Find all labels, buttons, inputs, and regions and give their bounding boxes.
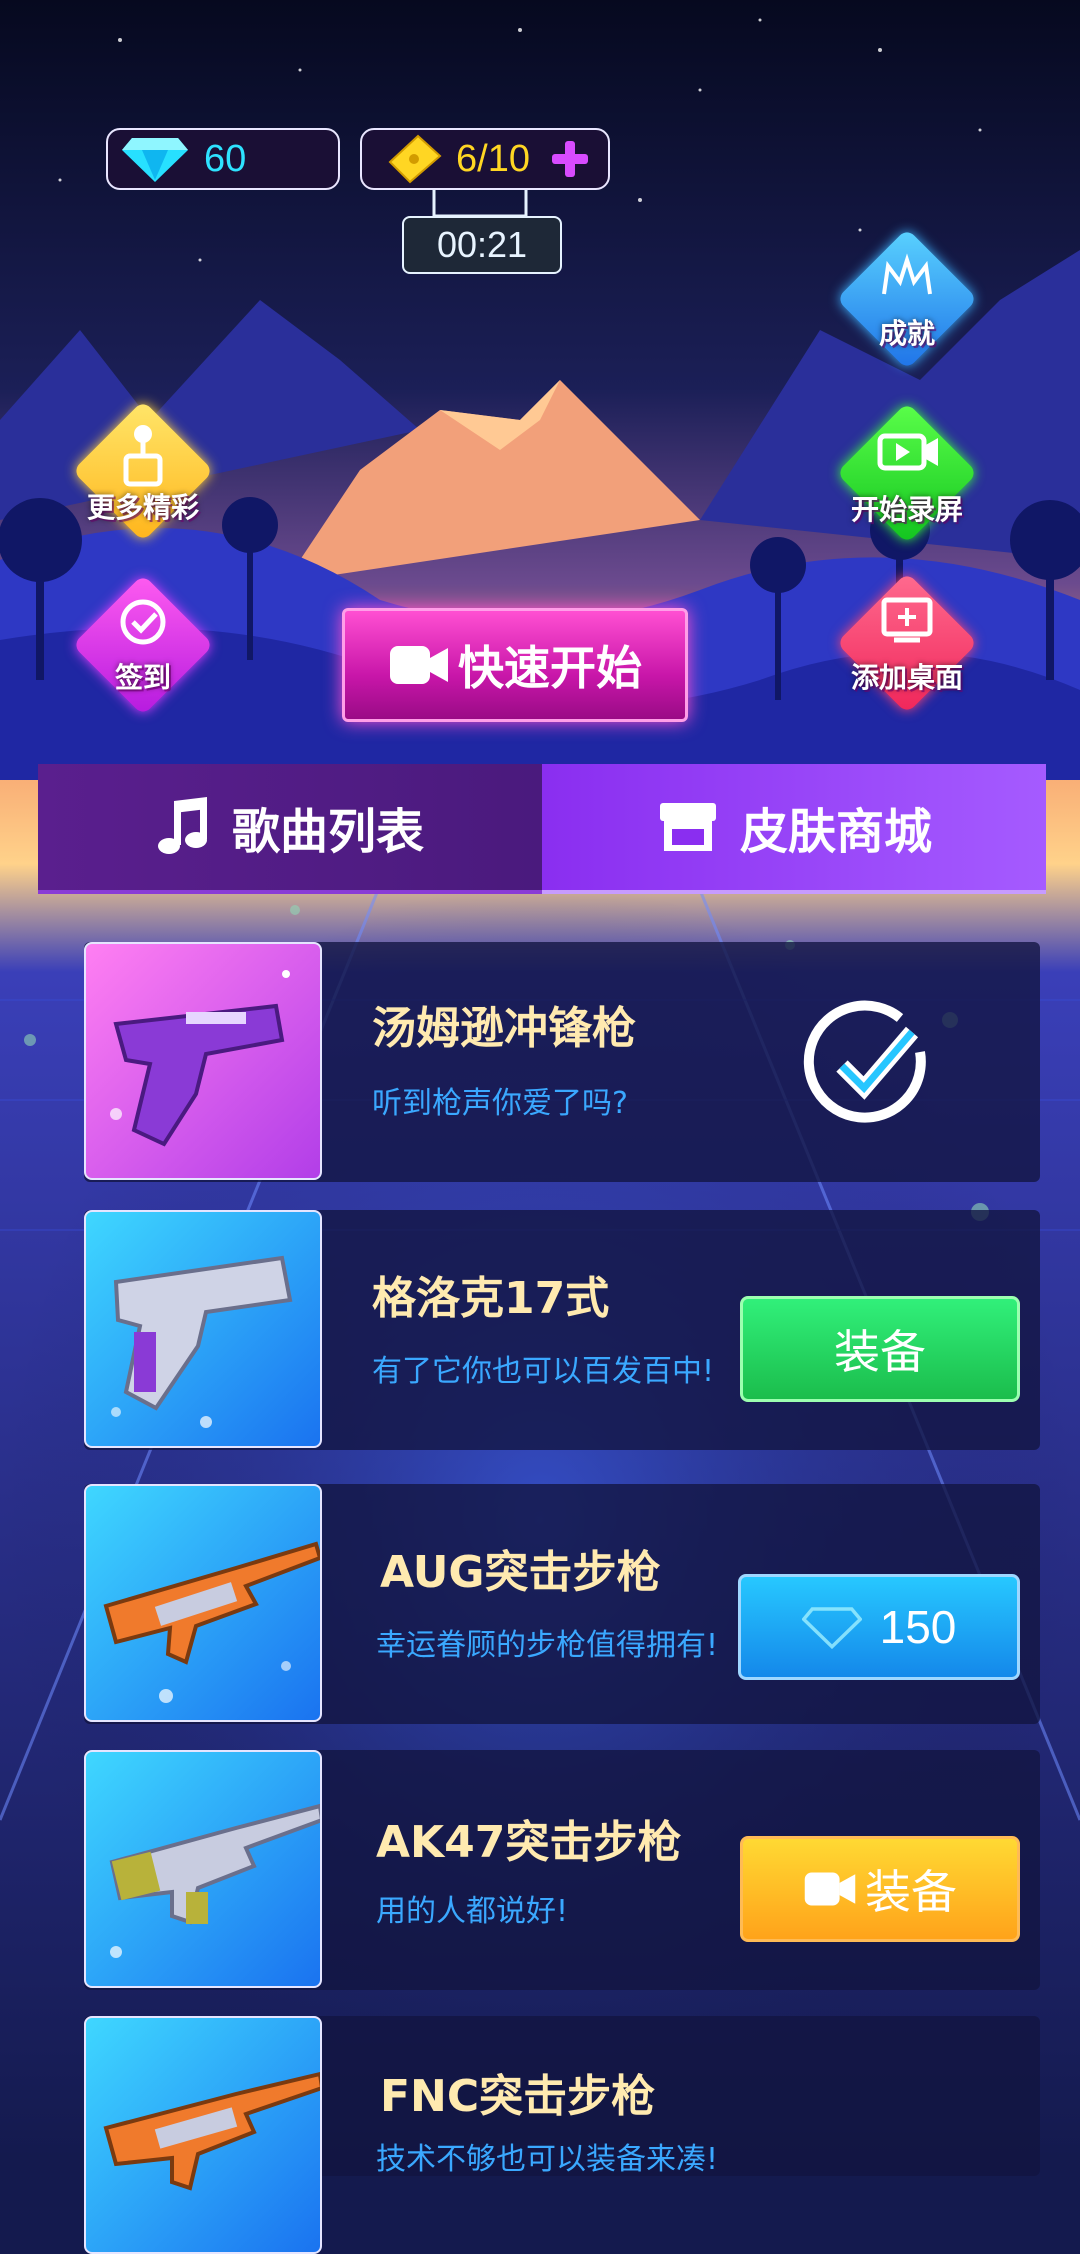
achievement-label: 成就	[878, 317, 935, 350]
add-to-desktop-button[interactable]: 添加桌面	[832, 568, 982, 718]
weapon-thumbnail	[84, 942, 322, 1180]
checkin-label: 签到	[114, 661, 171, 694]
weapon-thumbnail	[84, 1210, 322, 1448]
item-description: 有了它你也可以百发百中!	[372, 1354, 715, 1389]
item-description: 用的人都说好!	[376, 1894, 569, 1929]
diamond-icon	[801, 1607, 862, 1649]
more-fun-button[interactable]: 更多精彩	[68, 396, 218, 546]
rifle-icon	[103, 1541, 320, 1703]
buy-with-diamonds-button[interactable]: 150	[738, 1574, 1020, 1680]
price-label: 150	[879, 1601, 957, 1653]
equip-button[interactable]: 装备	[740, 1296, 1020, 1402]
weapon-thumbnail	[84, 2016, 322, 2254]
item-name: AK47突击步枪	[376, 1817, 682, 1868]
quick-start-label: 快速开始	[458, 641, 642, 695]
video-camera-icon	[804, 1872, 856, 1906]
pistol-icon	[110, 970, 290, 1147]
diamond-counter: 60	[106, 128, 340, 190]
tab-song-list[interactable]: 歌曲列表	[38, 764, 542, 894]
tab-skin-shop[interactable]: 皮肤商城	[542, 764, 1046, 894]
rifle-icon	[109, 1803, 320, 1958]
ticket-counter: 6/10	[360, 128, 610, 190]
list-item[interactable]: AK47突击步枪 用的人都说好! 装备	[84, 1750, 1040, 1990]
add-ticket-icon[interactable]	[550, 139, 590, 179]
item-name: AUG突击步枪	[380, 1547, 661, 1598]
list-item[interactable]: FNC突击步枪 技术不够也可以装备来凑!	[84, 2016, 1040, 2254]
equip-label: 装备	[865, 1865, 957, 1919]
item-description: 听到枪声你爱了吗?	[372, 1086, 628, 1121]
item-description: 技术不够也可以装备来凑!	[376, 2142, 719, 2177]
ticket-icon	[388, 134, 442, 184]
list-item[interactable]: 汤姆逊冲锋枪 听到枪声你爱了吗?	[84, 942, 1040, 1182]
quick-start-button[interactable]: 快速开始	[342, 608, 688, 722]
tab-skin-shop-label: 皮肤商城	[739, 804, 932, 860]
diamond-icon	[122, 138, 188, 182]
achievement-button[interactable]: 成就	[832, 224, 982, 374]
tab-bar: 歌曲列表 皮肤商城	[38, 764, 1046, 894]
item-name: 汤姆逊冲锋枪	[372, 1003, 636, 1054]
item-name: FNC突击步枪	[380, 2071, 656, 2122]
diamond-count: 60	[204, 137, 247, 180]
pistol-icon	[111, 1255, 293, 1428]
music-note-icon	[157, 797, 207, 854]
start-recording-button[interactable]: 开始录屏	[832, 398, 982, 548]
weapon-thumbnail	[84, 1484, 322, 1722]
watch-video-equip-button[interactable]: 装备	[740, 1836, 1020, 1942]
tab-song-list-label: 歌曲列表	[231, 804, 424, 860]
video-camera-icon	[390, 646, 448, 684]
shop-icon	[659, 803, 716, 851]
start-recording-label: 开始录屏	[850, 493, 963, 526]
ticket-count: 6/10	[456, 137, 530, 180]
add-to-desktop-label: 添加桌面	[850, 661, 963, 694]
checkin-button[interactable]: 签到	[68, 570, 218, 720]
list-item[interactable]: AUG突击步枪 幸运眷顾的步枪值得拥有! 150	[84, 1484, 1040, 1724]
weapon-thumbnail	[84, 1750, 322, 1988]
item-description: 幸运眷顾的步枪值得拥有!	[376, 1628, 719, 1663]
list-item[interactable]: 格洛克17式 有了它你也可以百发百中! 装备	[84, 1210, 1040, 1450]
more-fun-label: 更多精彩	[86, 491, 199, 524]
rifle-icon	[103, 2071, 320, 2191]
item-name: 格洛克17式	[372, 1273, 610, 1324]
equipped-check-icon	[803, 1000, 926, 1123]
countdown-timer: 00:21	[402, 216, 562, 274]
